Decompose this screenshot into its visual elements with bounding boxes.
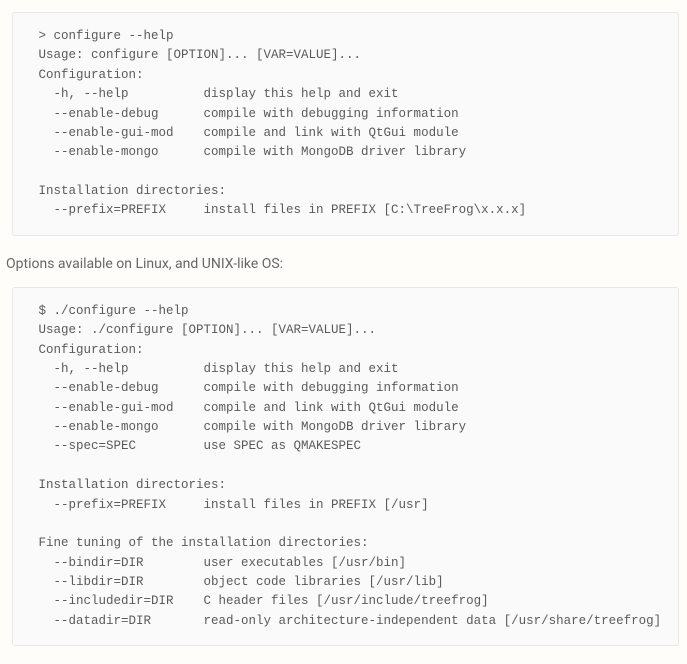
code-block-unix: $ ./configure --help Usage: ./configure … (12, 287, 679, 646)
caption-unix-options: Options available on Linux, and UNIX-lik… (6, 254, 681, 275)
code-block-windows: > configure --help Usage: configure [OPT… (12, 12, 679, 236)
